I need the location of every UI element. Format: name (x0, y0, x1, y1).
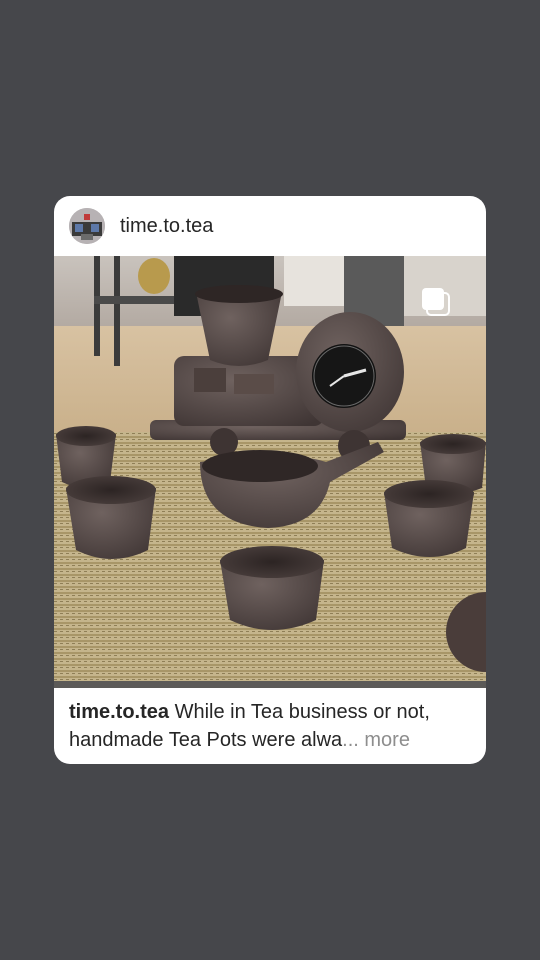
avatar-image-icon (69, 208, 105, 244)
screen: time.to.tea time.to.tea While in Tea bus… (0, 0, 540, 960)
caption-text-line2: handmade Tea Pots were alwa (69, 729, 343, 751)
caption-ellipsis: ... (342, 729, 359, 751)
post-card[interactable]: time.to.tea time.to.tea While in Tea bus… (54, 196, 486, 764)
caption-username[interactable]: time.to.tea (69, 701, 169, 723)
carousel-icon[interactable] (418, 284, 454, 320)
post-caption: time.to.tea While in Tea business or not… (69, 698, 473, 754)
post-image[interactable] (54, 256, 486, 688)
caption-text-line1: While in Tea business or not, (174, 701, 430, 723)
more-link[interactable]: more (364, 729, 410, 751)
avatar[interactable] (69, 208, 105, 244)
tea-set-photo (54, 256, 486, 688)
post-header: time.to.tea (54, 196, 486, 256)
post-username[interactable]: time.to.tea (120, 214, 213, 238)
